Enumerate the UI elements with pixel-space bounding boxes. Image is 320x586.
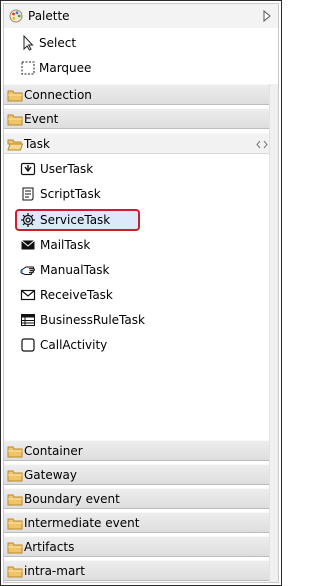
marquee-tool-label: Marquee	[39, 61, 92, 75]
palette-item-label: ScriptTask	[40, 187, 101, 201]
drawer-container[interactable]: Container	[4, 440, 272, 461]
open-folder-icon	[7, 139, 23, 151]
folder-icon	[7, 518, 23, 530]
receive-task-envelope-icon	[20, 289, 36, 301]
service-task-gear-icon	[21, 213, 35, 227]
palette-item-businessruletask[interactable]: BusinessRuleTask	[4, 308, 272, 332]
drawer-label: Intermediate event	[24, 516, 140, 530]
select-arrow-icon	[23, 35, 34, 51]
pin-collapse-icon[interactable]	[256, 140, 268, 149]
folder-icon	[7, 470, 23, 482]
drawer-task[interactable]: Task	[4, 133, 272, 154]
manual-task-hand-icon	[20, 266, 35, 275]
drawer-label: intra-mart	[24, 564, 85, 578]
business-rule-table-icon	[21, 314, 35, 326]
drawer-gateway[interactable]: Gateway	[4, 464, 272, 485]
drawer-event[interactable]: Event	[4, 108, 272, 129]
marquee-tool[interactable]: Marquee	[4, 57, 278, 79]
palette-item-callactivity[interactable]: CallActivity	[4, 333, 272, 357]
drawer-label: Task	[24, 137, 50, 151]
palette-item-label: BusinessRuleTask	[40, 313, 145, 327]
palette-inner: Palette Select Marquee Connection Event …	[3, 3, 279, 583]
palette-header[interactable]: Palette	[4, 4, 278, 28]
palette-item-label: MailTask	[40, 238, 91, 252]
palette-item-scripttask[interactable]: ScriptTask	[4, 182, 272, 206]
palette-item-label: UserTask	[40, 162, 94, 176]
palette-item-label: CallActivity	[40, 338, 108, 352]
folder-icon	[7, 494, 23, 506]
drawer-intra-mart[interactable]: intra-mart	[4, 560, 272, 581]
drawer-label: Boundary event	[24, 492, 120, 506]
drawer-artifacts[interactable]: Artifacts	[4, 536, 272, 557]
drawer-label: Container	[24, 444, 83, 458]
drawer-connection[interactable]: Connection	[4, 84, 272, 105]
script-task-icon	[22, 187, 34, 201]
palette-item-usertask[interactable]: UserTask	[4, 157, 272, 181]
palette-panel: Palette Select Marquee Connection Event …	[0, 0, 282, 586]
user-task-icon	[20, 162, 36, 176]
palette-item-manualtask[interactable]: ManualTask	[4, 258, 272, 282]
palette-item-label: ServiceTask	[40, 213, 111, 227]
mail-task-icon	[21, 240, 35, 250]
drawer-intermediate-event[interactable]: Intermediate event	[4, 512, 272, 533]
folder-icon	[7, 114, 23, 126]
folder-icon	[7, 566, 23, 578]
palette-icon	[9, 9, 23, 23]
drawer-label: Event	[24, 112, 59, 126]
palette-item-label: ReceiveTask	[40, 288, 113, 302]
select-tool-label: Select	[39, 36, 77, 50]
palette-item-label: ManualTask	[40, 263, 110, 277]
folder-icon	[7, 90, 23, 102]
drawer-boundary-event[interactable]: Boundary event	[4, 488, 272, 509]
call-activity-icon	[21, 338, 35, 352]
drawer-label: Artifacts	[24, 540, 75, 554]
folder-icon	[7, 446, 23, 458]
palette-item-servicetask[interactable]: ServiceTask	[4, 208, 272, 232]
select-tool[interactable]: Select	[4, 32, 278, 54]
palette-item-receivetask[interactable]: ReceiveTask	[4, 283, 272, 307]
palette-scroll-gutter[interactable]	[269, 84, 278, 582]
folder-icon	[7, 542, 23, 554]
palette-menu-arrow-icon[interactable]	[263, 10, 271, 22]
palette-item-mailtask[interactable]: MailTask	[4, 233, 272, 257]
drawer-label: Gateway	[24, 468, 78, 482]
palette-title: Palette	[28, 9, 70, 23]
marquee-icon	[21, 61, 35, 75]
drawer-label: Connection	[24, 88, 92, 102]
